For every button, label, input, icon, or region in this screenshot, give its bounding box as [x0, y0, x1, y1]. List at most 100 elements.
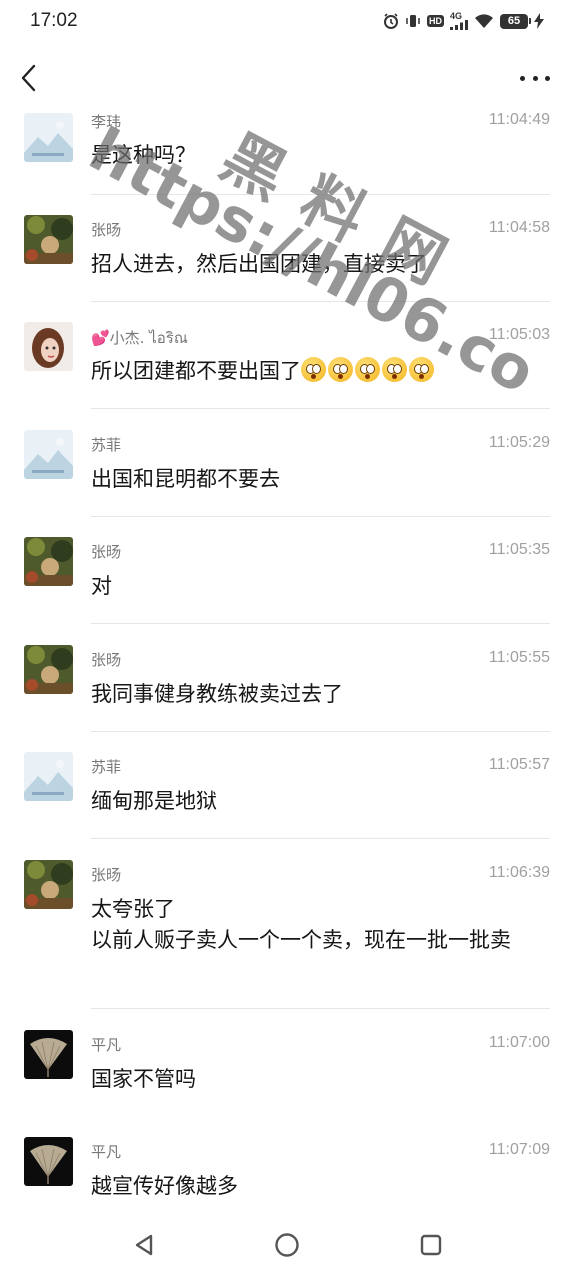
divider — [91, 194, 550, 195]
forest-photo-avatar — [24, 645, 73, 694]
divider — [91, 516, 550, 517]
flushed-face-emoji — [355, 357, 380, 382]
flushed-face-emoji — [301, 357, 326, 382]
message-list[interactable]: 李玮 11:04:49 是这种吗？ 张旸 11:04:58 招人进去，然后出国团… — [0, 107, 574, 1207]
message-item[interactable]: 平凡 11:07:09 越宣传好像越多 — [0, 1137, 574, 1207]
system-home-button[interactable] — [274, 1232, 300, 1258]
placeholder-image-avatar — [24, 113, 73, 162]
sender-name: 💕小杰. ไอริณ — [91, 329, 188, 347]
sender-name: 平凡 — [91, 1036, 122, 1054]
battery-level: 65 — [507, 15, 521, 27]
status-bar: 17:02 HD 4G 65 — [0, 0, 574, 44]
message-time: 11:05:29 — [488, 434, 550, 451]
sender-name: 张旸 — [91, 543, 122, 561]
circle-home-icon — [275, 1233, 299, 1257]
placeholder-image-avatar — [24, 430, 73, 479]
avatar[interactable] — [24, 322, 73, 371]
avatar[interactable] — [24, 113, 73, 162]
message-text: 缅甸那是地狱 — [91, 789, 217, 813]
back-button[interactable] — [16, 62, 44, 94]
avatar[interactable] — [24, 215, 73, 264]
vibrate-icon — [405, 13, 421, 29]
avatar[interactable] — [24, 1030, 73, 1079]
system-back-button[interactable] — [131, 1232, 157, 1258]
message-text: 招人进去，然后出国团建，直接卖了 — [91, 252, 427, 276]
chat-header — [0, 50, 574, 106]
alarm-icon — [383, 13, 399, 29]
message-text: 所以团建都不要出国了 — [91, 356, 551, 387]
sender-name: 苏菲 — [91, 436, 122, 454]
system-recents-button[interactable] — [418, 1232, 444, 1258]
message-time: 11:04:58 — [488, 219, 550, 236]
status-icons: HD 4G 65 — [383, 12, 544, 30]
message-time: 11:05:55 — [488, 649, 550, 666]
message-time: 11:04:49 — [488, 111, 550, 128]
sender-name: 平凡 — [91, 1143, 122, 1161]
message-item[interactable]: 张旸 11:04:58 招人进去，然后出国团建，直接卖了 — [0, 215, 574, 303]
avatar[interactable] — [24, 860, 73, 909]
placeholder-image-avatar — [24, 752, 73, 801]
divider — [91, 623, 550, 624]
square-recents-icon — [420, 1234, 442, 1256]
message-time: 11:05:03 — [488, 326, 550, 343]
network-type-label: 4G — [450, 11, 463, 21]
sender-name: 张旸 — [91, 866, 122, 884]
message-item[interactable]: 苏菲 11:05:57 缅甸那是地狱 — [0, 752, 574, 840]
status-time: 17:02 — [30, 10, 78, 31]
sender-name: 张旸 — [91, 651, 122, 669]
divider — [91, 838, 550, 839]
avatar[interactable] — [24, 645, 73, 694]
more-dot — [532, 75, 538, 81]
message-time: 11:07:09 — [488, 1141, 550, 1158]
message-item[interactable]: 李玮 11:04:49 是这种吗？ — [0, 107, 574, 195]
message-item[interactable]: 平凡 11:07:00 国家不管吗 — [0, 1030, 574, 1118]
message-text: 是这种吗？ — [91, 143, 196, 167]
divider — [91, 408, 550, 409]
chevron-left-icon — [21, 64, 36, 92]
wifi-icon — [474, 13, 494, 29]
system-nav-bar — [0, 1210, 574, 1280]
charging-icon — [534, 13, 544, 29]
message-text: 国家不管吗 — [91, 1067, 196, 1091]
message-time: 11:07:00 — [488, 1034, 550, 1051]
flushed-face-emoji — [409, 357, 434, 382]
message-text: 出国和昆明都不要去 — [91, 467, 280, 491]
forest-photo-avatar — [24, 860, 73, 909]
more-options-button[interactable] — [520, 68, 550, 88]
battery-icon: 65 — [500, 13, 531, 29]
message-text: 对 — [91, 574, 112, 598]
hd-icon: HD — [427, 15, 444, 27]
message-time: 11:06:39 — [488, 864, 550, 881]
emoji-row — [301, 357, 436, 383]
sender-name: 苏菲 — [91, 758, 122, 776]
girl-photo-avatar — [24, 322, 73, 371]
ginkgo-leaf-avatar — [24, 1030, 73, 1079]
forest-photo-avatar — [24, 537, 73, 586]
forest-photo-avatar — [24, 215, 73, 264]
message-item[interactable]: 张旸 11:05:55 我同事健身教练被卖过去了 — [0, 645, 574, 733]
message-time: 11:05:35 — [488, 541, 550, 558]
message-item[interactable]: 💕小杰. ไอริณ 11:05:03 所以团建都不要出国了 — [0, 322, 574, 410]
avatar[interactable] — [24, 430, 73, 479]
message-text: 太夸张了 以前人贩子卖人一个一个卖，现在一批一批卖 — [91, 897, 511, 952]
ginkgo-leaf-avatar — [24, 1137, 73, 1186]
avatar[interactable] — [24, 537, 73, 586]
message-text-body: 所以团建都不要出国了 — [91, 359, 301, 383]
message-item[interactable]: 张旸 11:05:35 对 — [0, 537, 574, 625]
signal-icon: 4G — [450, 12, 468, 30]
more-dot — [520, 75, 525, 81]
flushed-face-emoji — [382, 357, 407, 382]
avatar[interactable] — [24, 1137, 73, 1186]
triangle-back-icon — [135, 1234, 153, 1256]
message-text: 我同事健身教练被卖过去了 — [91, 682, 343, 706]
message-time: 11:05:57 — [488, 756, 550, 773]
more-dot — [545, 75, 550, 81]
divider — [91, 1008, 550, 1009]
message-item[interactable]: 张旸 11:06:39 太夸张了 以前人贩子卖人一个一个卖，现在一批一批卖 — [0, 860, 574, 1010]
sender-name: 张旸 — [91, 221, 122, 239]
divider — [91, 301, 550, 302]
divider — [91, 731, 550, 732]
message-item[interactable]: 苏菲 11:05:29 出国和昆明都不要去 — [0, 430, 574, 518]
flushed-face-emoji — [328, 357, 353, 382]
avatar[interactable] — [24, 752, 73, 801]
